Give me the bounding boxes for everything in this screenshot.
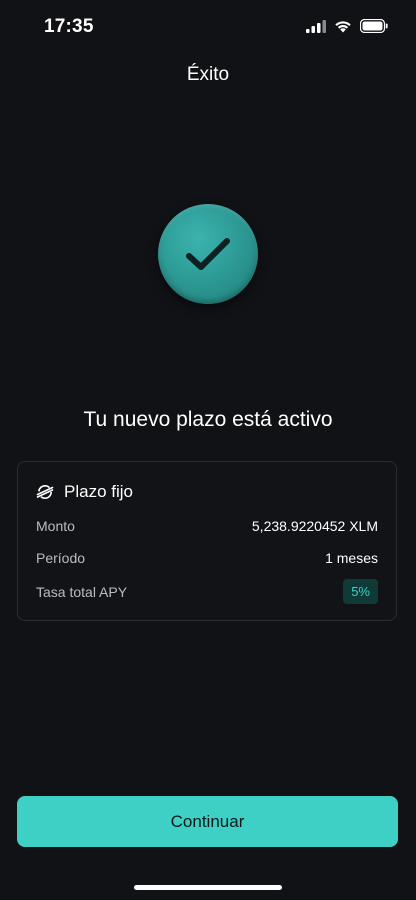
success-badge	[158, 204, 258, 304]
apy-row: Tasa total APY 5%	[36, 579, 378, 604]
home-indicator[interactable]	[134, 885, 282, 890]
page-title: Éxito	[186, 64, 230, 85]
amount-label: Monto	[36, 518, 75, 534]
wifi-icon	[335, 20, 351, 32]
apy-badge: 5%	[343, 579, 378, 604]
continue-button[interactable]: Continuar	[17, 796, 398, 847]
status-icons	[306, 19, 388, 33]
success-headline: Tu nuevo plazo está activo	[83, 408, 333, 431]
term-summary-card: Plazo fijo Monto 5,238.9220452 XLM Perío…	[17, 461, 397, 621]
apy-label: Tasa total APY	[36, 583, 128, 600]
amount-value: 5,238.9220452 XLM	[251, 518, 378, 534]
period-value: 1 meses	[325, 550, 378, 566]
status-time: 17:35	[44, 16, 94, 37]
cellular-signal-icon	[306, 19, 326, 33]
check-icon	[186, 238, 230, 270]
card-title: Plazo fijo	[64, 482, 133, 501]
stellar-icon	[36, 485, 54, 499]
status-bar: 17:35	[0, 0, 416, 56]
amount-row: Monto 5,238.9220452 XLM	[36, 518, 378, 534]
period-row: Período 1 meses	[36, 550, 378, 566]
battery-icon	[360, 19, 388, 33]
card-header: Plazo fijo	[36, 482, 133, 502]
period-label: Período	[36, 550, 86, 566]
